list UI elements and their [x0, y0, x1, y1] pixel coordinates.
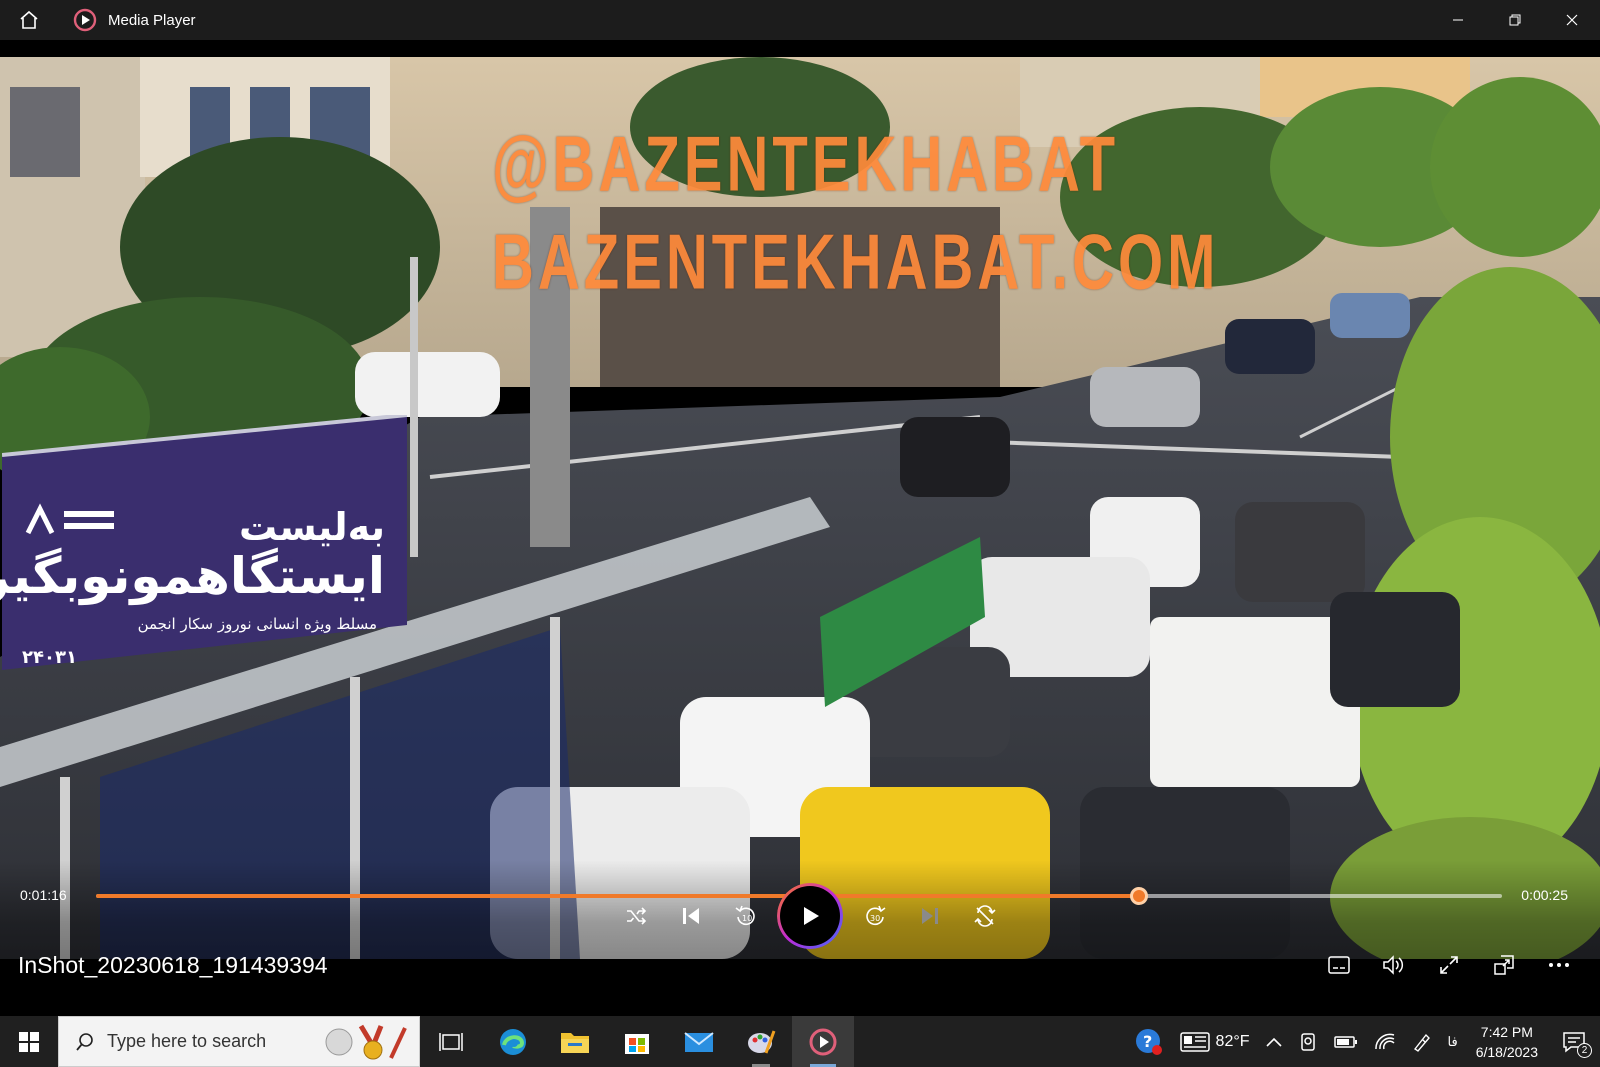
skip-back-10-button[interactable]: 10 — [718, 888, 773, 944]
more-icon — [1548, 963, 1569, 967]
fullscreen-icon — [1439, 956, 1458, 974]
minimize-icon — [1452, 19, 1463, 21]
mini-player-icon — [1493, 955, 1514, 975]
repeat-button[interactable] — [957, 888, 1012, 944]
svg-text:10: 10 — [742, 914, 752, 923]
pen-tray-item[interactable] — [1404, 1016, 1440, 1067]
billboard-logo-icon — [25, 503, 114, 535]
taskbar-edge[interactable] — [482, 1016, 544, 1067]
weather-widget[interactable]: 82°F — [1172, 1016, 1258, 1067]
restore-icon — [1509, 14, 1520, 26]
battery-icon — [1333, 1035, 1357, 1048]
skip-forward-30-icon: 30 — [865, 905, 885, 926]
billboard-line-4: ۲۴۰۳۱ — [22, 647, 77, 668]
battery-tray-item[interactable] — [1326, 1016, 1366, 1067]
search-highlight-icon — [325, 1024, 407, 1060]
input-language[interactable]: فا — [1440, 1016, 1466, 1067]
more-options-button[interactable] — [1531, 937, 1586, 993]
skip-forward-30-button[interactable]: 30 — [847, 888, 902, 944]
billboard-line-1: به‌لیست — [239, 505, 385, 549]
mini-player-button[interactable] — [1476, 937, 1531, 993]
secondary-controls — [1311, 937, 1586, 993]
start-button[interactable] — [0, 1016, 58, 1067]
wifi-icon — [1374, 1033, 1395, 1049]
system-tray: ? 82°F فا 7:42 PM 6/18/2023 2 — [1126, 1016, 1600, 1067]
window-title: Media Player — [108, 11, 196, 29]
title-bar: Media Player — [0, 0, 1600, 40]
meet-now-tray-item[interactable] — [1290, 1016, 1326, 1067]
playback-controls: 10 30 — [608, 880, 1012, 952]
fullscreen-button[interactable] — [1421, 937, 1476, 993]
task-view-icon — [439, 1032, 463, 1051]
help-icon: ? — [1135, 1028, 1162, 1055]
shuffle-icon — [626, 907, 646, 925]
remaining-time: 0:00:25 — [1521, 887, 1568, 903]
subtitles-button[interactable] — [1311, 937, 1366, 993]
skip-previous-icon — [682, 908, 699, 924]
taskbar-search-box[interactable]: Type here to search — [58, 1016, 420, 1067]
skip-next-icon — [921, 908, 938, 924]
file-explorer-icon — [561, 1032, 589, 1053]
close-button[interactable] — [1543, 0, 1600, 40]
next-button[interactable] — [902, 888, 957, 944]
watermark-website: BAZENTEKHABAT.COM — [492, 218, 1220, 307]
media-file-name: InShot_20230618_191439394 — [18, 952, 328, 978]
news-weather-icon — [1179, 1031, 1210, 1052]
chevron-up-icon — [1265, 1037, 1282, 1047]
paint-icon — [748, 1029, 776, 1054]
taskbar-file-explorer[interactable] — [544, 1016, 606, 1067]
taskbar-microsoft-store[interactable] — [606, 1016, 668, 1067]
device-icon — [1300, 1032, 1315, 1051]
repeat-off-icon — [973, 905, 996, 927]
taskbar-media-player[interactable] — [792, 1016, 854, 1067]
home-button[interactable] — [0, 0, 58, 40]
elapsed-time: 0:01:16 — [20, 887, 67, 903]
search-icon — [73, 1030, 97, 1054]
watermark-handle: @BAZENTEKHABAT — [492, 120, 1119, 209]
edge-browser-icon — [500, 1028, 526, 1055]
notification-count-badge: 2 — [1577, 1043, 1592, 1058]
task-view-button[interactable] — [420, 1016, 482, 1067]
restore-button[interactable] — [1486, 0, 1543, 40]
mail-icon — [684, 1031, 714, 1052]
temperature: 82°F — [1215, 1032, 1250, 1050]
clock-time: 7:42 PM — [1480, 1023, 1533, 1040]
media-player-window: Media Player @BAZENTEKHABAT BAZENTEKHABA… — [0, 0, 1600, 1016]
previous-button[interactable] — [663, 888, 718, 944]
video-frame[interactable]: @BAZENTEKHABAT BAZENTEKHABAT.COM به‌لیست… — [0, 57, 1600, 959]
clock-date: 6/18/2023 — [1475, 1043, 1538, 1060]
pen-icon — [1413, 1033, 1430, 1052]
windows-logo-icon — [19, 1031, 39, 1052]
svg-text:?: ? — [1143, 1032, 1152, 1051]
taskbar-paint[interactable] — [730, 1016, 792, 1067]
media-player-taskbar-icon — [809, 1028, 837, 1055]
skip-back-10-icon: 10 — [735, 905, 755, 926]
billboard-line-3: مسلط ویژه انسانی نوروز سکار انجمن — [137, 615, 377, 633]
svg-text:30: 30 — [870, 914, 880, 923]
windows-taskbar: Type here to search ? 82°F فا 7:42 PM 6/… — [0, 1016, 1600, 1067]
close-icon — [1566, 14, 1577, 26]
billboard-sign: به‌لیست ایستگاهمونوبگیر! مسلط ویژه انسان… — [0, 415, 407, 670]
help-tray-item[interactable]: ? — [1126, 1016, 1172, 1067]
window-controls — [1429, 0, 1600, 40]
billboard-line-2: ایستگاهمونوبگیر! — [0, 547, 385, 605]
taskbar-mail[interactable] — [668, 1016, 730, 1067]
play-icon — [804, 907, 819, 925]
minimize-button[interactable] — [1429, 0, 1486, 40]
shuffle-button[interactable] — [608, 888, 663, 944]
microsoft-store-icon — [625, 1033, 649, 1054]
play-button[interactable] — [779, 885, 841, 947]
volume-button[interactable] — [1366, 937, 1421, 993]
subtitles-icon — [1327, 956, 1350, 974]
clock[interactable]: 7:42 PM 6/18/2023 — [1466, 1016, 1548, 1067]
show-hidden-icons-button[interactable] — [1258, 1016, 1290, 1067]
seek-bar-thumb[interactable] — [1130, 887, 1149, 905]
media-player-app-icon — [72, 7, 98, 33]
volume-icon — [1382, 955, 1403, 975]
home-icon — [20, 10, 38, 29]
notification-center-button[interactable]: 2 — [1548, 1016, 1600, 1067]
network-tray-item[interactable] — [1366, 1016, 1404, 1067]
search-placeholder: Type here to search — [107, 1031, 267, 1051]
